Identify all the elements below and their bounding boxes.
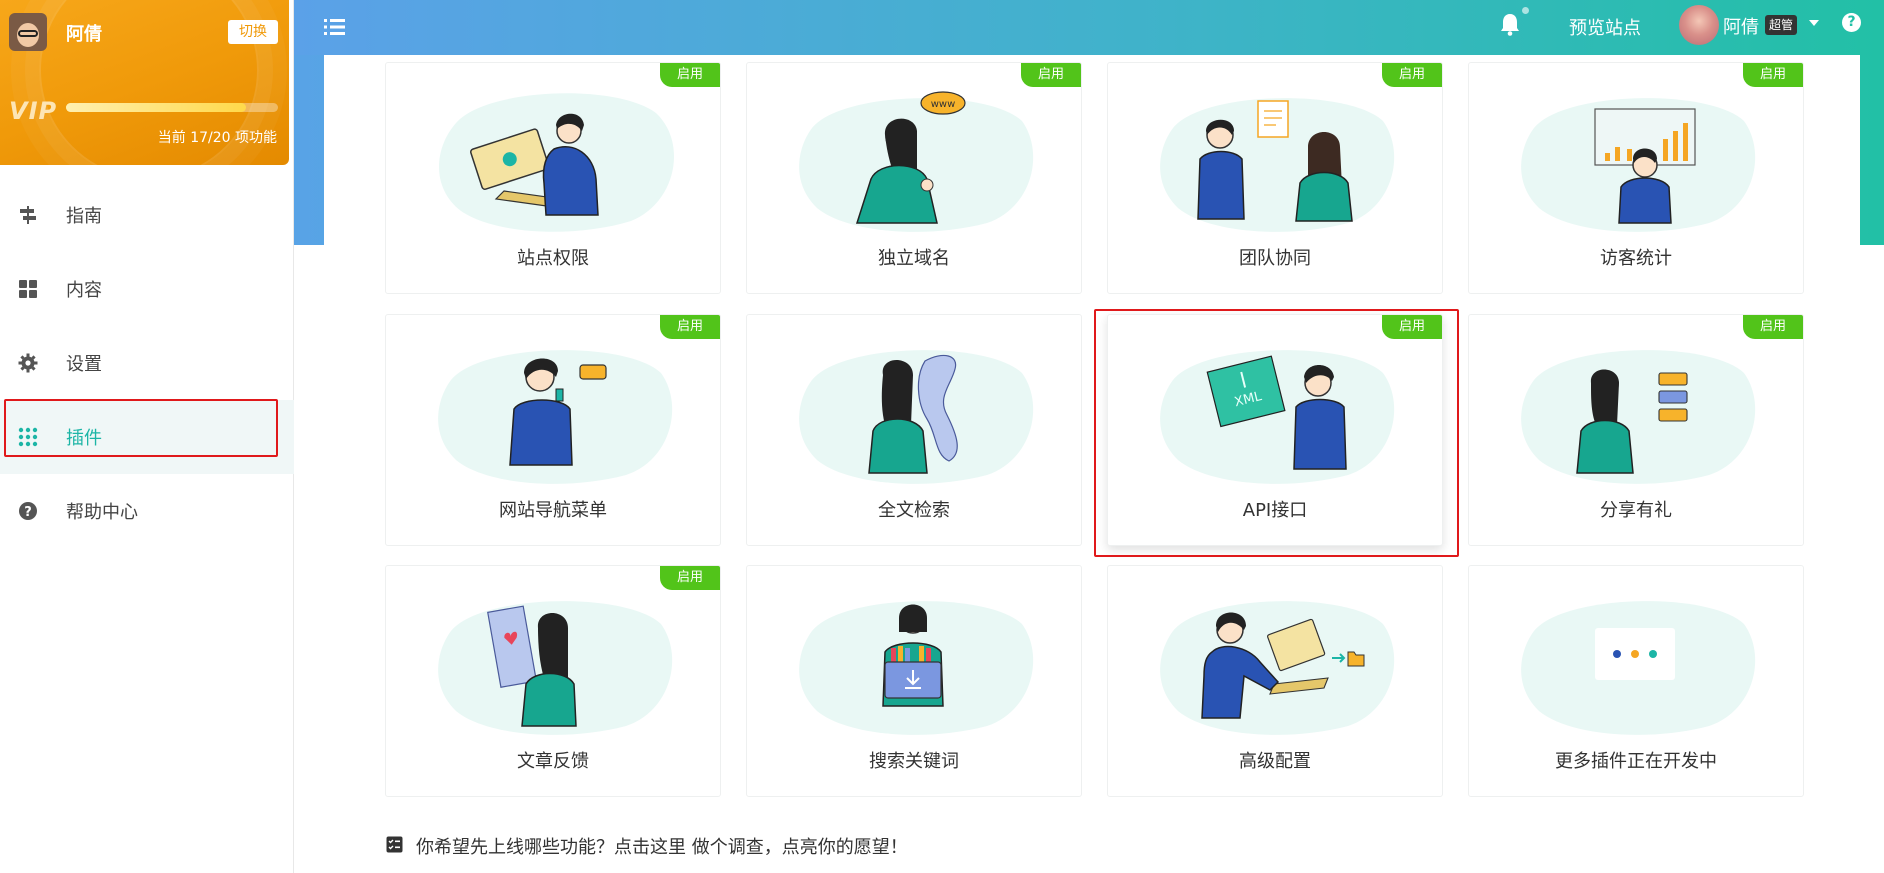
team-collab-illustration bbox=[1160, 98, 1395, 232]
site-nav-menu-illustration bbox=[438, 350, 673, 484]
plugin-card-site-nav-menu[interactable]: 启用 网站导航菜单 bbox=[385, 314, 721, 546]
vip-label: VIP bbox=[9, 97, 58, 125]
checklist-icon bbox=[386, 836, 403, 853]
plugin-title: 高级配置 bbox=[1239, 751, 1311, 772]
article-feedback-illustration bbox=[438, 601, 673, 735]
menu-toggle-icon[interactable] bbox=[324, 17, 346, 37]
plugin-title: 更多插件正在开发中 bbox=[1555, 751, 1717, 772]
plugin-title: 全文检索 bbox=[878, 500, 950, 521]
grid-icon bbox=[19, 280, 37, 298]
apps-icon bbox=[18, 427, 38, 447]
plugin-title: 网站导航菜单 bbox=[499, 500, 607, 521]
sidebar-item-label: 内容 bbox=[66, 280, 102, 301]
search-keywords-illustration bbox=[799, 601, 1034, 735]
sidebar-item-label: 帮助中心 bbox=[66, 502, 138, 523]
more-plugins-illustration bbox=[1521, 601, 1756, 735]
plugin-title: 团队协同 bbox=[1239, 248, 1311, 269]
survey-link[interactable]: 你希望先上线哪些功能？点击这里 做个调查，点亮你的愿望！ bbox=[416, 833, 908, 859]
plugin-card-visitor-stats[interactable]: 启用 访客统计 bbox=[1468, 62, 1804, 294]
plugin-card-article-feedback[interactable]: 启用 文章反馈 bbox=[385, 565, 721, 797]
plugin-title: 分享有礼 bbox=[1600, 500, 1672, 521]
vip-feature-count: 当前 17/20 项功能 bbox=[157, 130, 277, 146]
plugin-title: API接口 bbox=[1242, 500, 1308, 521]
plugin-title: 站点权限 bbox=[517, 248, 589, 269]
sidebar-item-label: 指南 bbox=[66, 206, 102, 227]
fulltext-search-illustration bbox=[799, 350, 1034, 484]
sidebar-item-content[interactable]: 内容 bbox=[0, 252, 294, 326]
plugin-card-search-keywords[interactable]: 搜索关键词 bbox=[746, 565, 1082, 797]
plugin-card-team-collab[interactable]: 启用 团队协同 bbox=[1107, 62, 1443, 294]
svg-text:?: ? bbox=[24, 505, 32, 520]
plugin-card-share-reward[interactable]: 启用 分享有礼 bbox=[1468, 314, 1804, 546]
top-bar bbox=[294, 0, 1884, 55]
sidebar: 阿倩 切换 VIP 当前 17/20 项功能 指南 内容 设置 插件 ? 帮助中… bbox=[0, 0, 294, 873]
chevron-down-icon[interactable] bbox=[1809, 20, 1819, 26]
plugin-card-more-coming[interactable]: 更多插件正在开发中 bbox=[1468, 565, 1804, 797]
plugin-card-site-permission[interactable]: 启用 站点权限 bbox=[385, 62, 721, 294]
visitor-stats-illustration bbox=[1521, 98, 1756, 232]
gear-icon bbox=[18, 353, 38, 373]
sidebar-item-label: 插件 bbox=[66, 428, 102, 449]
switch-button[interactable]: 切换 bbox=[228, 20, 278, 44]
role-badge: 超管 bbox=[1765, 15, 1798, 35]
top-user-name[interactable]: 阿倩 bbox=[1723, 13, 1759, 39]
plugin-card-custom-domain[interactable]: 启用 www 独立域名 bbox=[746, 62, 1082, 294]
plugin-title: 搜索关键词 bbox=[869, 751, 959, 772]
sidebar-item-settings[interactable]: 设置 bbox=[0, 326, 294, 400]
vip-progress-fill bbox=[66, 103, 247, 112]
user-name: 阿倩 bbox=[66, 24, 102, 45]
plugin-card-api[interactable]: 启用 XML API接口 bbox=[1107, 314, 1443, 546]
plugin-card-fulltext-search[interactable]: 全文检索 bbox=[746, 314, 1082, 546]
signpost-icon bbox=[20, 206, 36, 224]
api-illustration: XML bbox=[1160, 350, 1395, 484]
notification-dot bbox=[1522, 7, 1529, 14]
question-circle-icon: ? bbox=[19, 502, 37, 520]
user-card: 阿倩 切换 VIP 当前 17/20 项功能 bbox=[0, 0, 289, 165]
preview-site-link[interactable]: 预览站点 bbox=[1569, 14, 1641, 40]
www-label: www bbox=[931, 99, 956, 110]
vip-progress-bar bbox=[66, 103, 278, 112]
plugin-title: 文章反馈 bbox=[517, 751, 589, 772]
sidebar-item-help-center[interactable]: ? 帮助中心 bbox=[0, 474, 294, 548]
plugin-card-advanced-config[interactable]: 高级配置 bbox=[1107, 565, 1443, 797]
plugin-title: 独立域名 bbox=[878, 248, 950, 269]
plugin-title: 访客统计 bbox=[1600, 248, 1672, 269]
custom-domain-illustration: www bbox=[799, 91, 1034, 232]
share-reward-illustration bbox=[1521, 350, 1756, 484]
sidebar-item-label: 设置 bbox=[66, 354, 102, 375]
user-avatar[interactable] bbox=[9, 13, 47, 51]
avatar-glasses bbox=[18, 30, 38, 37]
notification-bell-icon[interactable] bbox=[1499, 12, 1521, 36]
site-permission-illustration bbox=[438, 93, 675, 232]
sidebar-nav: 指南 内容 设置 插件 ? 帮助中心 bbox=[0, 178, 294, 548]
advanced-config-illustration bbox=[1160, 601, 1395, 735]
help-icon[interactable]: ? bbox=[1842, 13, 1861, 32]
sidebar-item-plugins[interactable]: 插件 bbox=[0, 400, 294, 474]
sidebar-item-guide[interactable]: 指南 bbox=[0, 178, 294, 252]
top-user-avatar[interactable] bbox=[1679, 5, 1719, 45]
